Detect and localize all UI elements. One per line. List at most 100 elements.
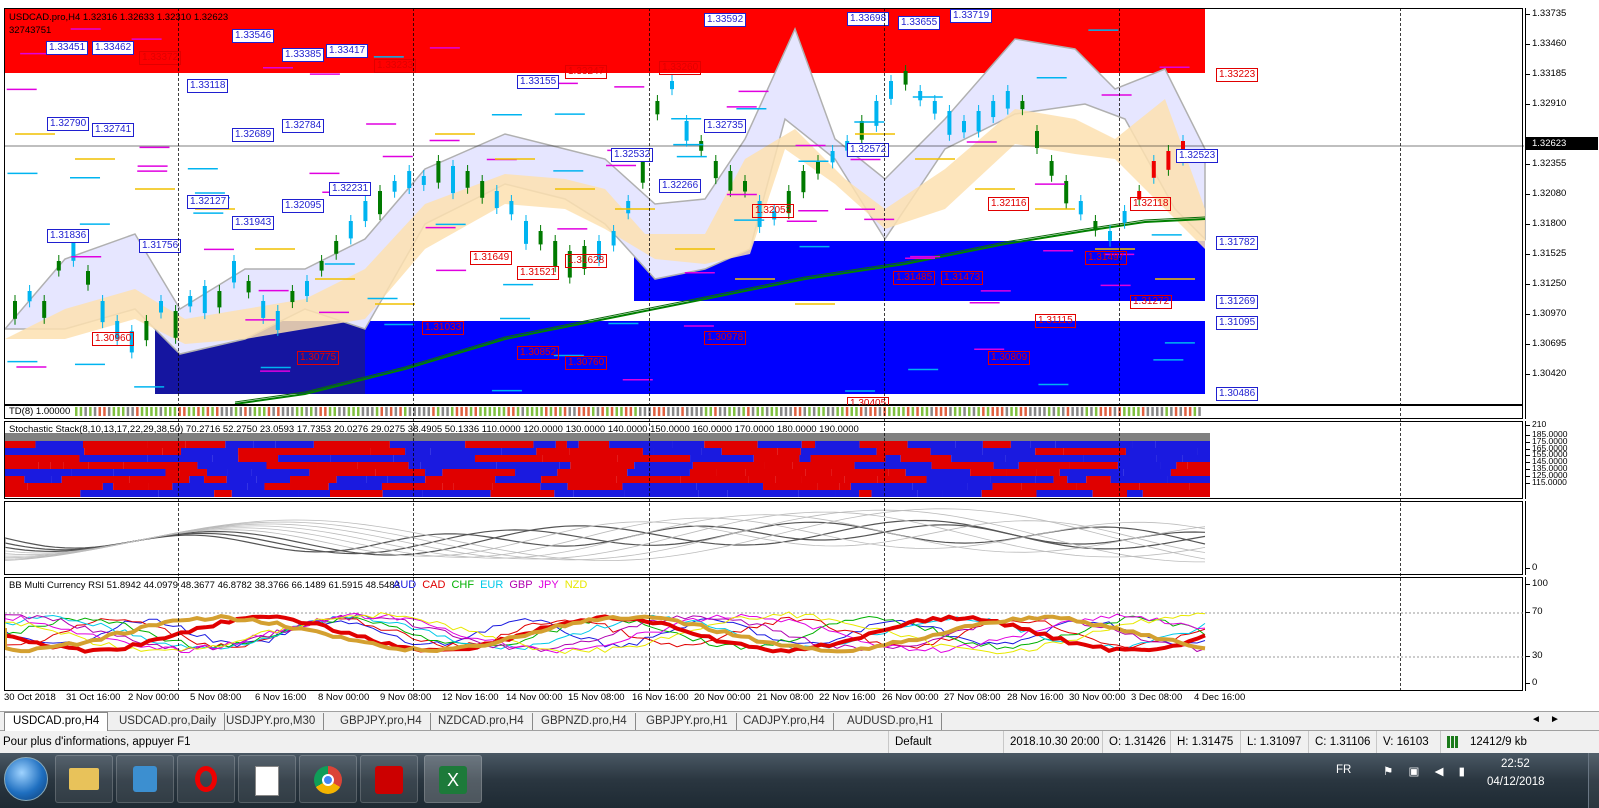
file-explorer-icon[interactable] [55, 755, 113, 803]
time-label: 6 Nov 16:00 [255, 692, 307, 703]
media-player-icon[interactable] [116, 755, 174, 803]
price-level-label: 1.33698 [847, 12, 890, 26]
price-level-label: 1.33417 [326, 44, 369, 58]
tab-gbpjpy-pro-h4[interactable]: GBPJPY.pro,H4 [332, 713, 431, 730]
time-label: 28 Nov 16:00 [1007, 692, 1064, 703]
level-labels: 1.33451 1.33462 1.33546 1.33385 1.33417 1.335… [4, 8, 1523, 405]
price-level-label: 1.30960 [92, 332, 135, 346]
price-level-label: 1.33462 [92, 41, 135, 55]
show-desktop-button[interactable] [1588, 753, 1599, 808]
stochastic-pane[interactable]: Stochastic Stack(8,10,13,17,22,29,38,50)… [4, 421, 1523, 499]
price-level-label: 1.31497 [1085, 251, 1128, 265]
price-level-label: 1.33546 [232, 29, 275, 43]
price-level-label: 1.30852 [517, 346, 560, 360]
status-profile[interactable]: Default [888, 731, 931, 753]
price-tick: 1.31250 [1525, 278, 1567, 289]
windows-taskbar: X FR ⚑ ▣ ◀ ▮ 22:52 04/12/2018 [0, 753, 1599, 808]
price-level-label: 1.32127 [187, 195, 230, 209]
price-level-label: 1.31473 [941, 271, 984, 285]
rsi-pane[interactable]: BB Multi Currency RSI 51.8942 44.0979 48… [4, 577, 1524, 691]
price-tick: 1.32080 [1525, 188, 1567, 199]
tab-cadjpy-pro-h4[interactable]: CADJPY.pro,H4 [735, 713, 834, 730]
tab-scroll-left-icon[interactable]: ◄ [1531, 714, 1541, 725]
tab-gbpjpy-pro-h1[interactable]: GBPJPY.pro,H1 [638, 713, 737, 730]
opera-icon[interactable] [177, 755, 235, 803]
price-tick: 1.30695 [1525, 338, 1567, 349]
tab-nzdcad-pro-h4[interactable]: NZDCAD.pro,H4 [430, 713, 533, 730]
time-label: 31 Oct 16:00 [66, 692, 121, 703]
price-level-label: 1.31521 [517, 266, 560, 280]
price-tick: 1.32355 [1525, 158, 1567, 169]
chart-tabs: USDCAD.pro,H4 USDCAD.pro,Daily USDJPY.pro,… [0, 711, 1599, 732]
price-tick: 1.33460 [1525, 38, 1567, 49]
day-separator [1119, 8, 1120, 691]
current-price-marker: 1.32623 [1526, 137, 1598, 150]
price-level-label: 1.32532 [611, 148, 654, 162]
price-level-label: 1.30486 [1216, 387, 1259, 401]
price-tick: 1.33185 [1525, 68, 1567, 79]
time-label: 5 Nov 08:00 [190, 692, 242, 703]
price-level-label: 1.32053 [752, 204, 795, 218]
chart-window[interactable]: USDCAD.pro,H4 1.32316 1.32633 1.32310 1.… [0, 0, 1599, 725]
price-tick: 1.32910 [1525, 98, 1567, 109]
chrome-icon[interactable] [299, 755, 357, 803]
price-tick: 1.31800 [1525, 218, 1567, 229]
tab-usdjpy-pro-m30[interactable]: USDJPY.pro,M30 [218, 713, 325, 730]
price-level-label: 1.33233 [374, 59, 417, 73]
clock-date[interactable]: 04/12/2018 [1487, 776, 1545, 788]
time-label: 3 Dec 08:00 [1131, 692, 1183, 703]
status-high: H: 1.31475 [1170, 731, 1233, 753]
oscillator-pane[interactable] [4, 501, 1523, 575]
tab-usdcad-pro-h4[interactable]: USDCAD.pro,H4 [4, 712, 109, 732]
td-pane[interactable]: TD(8) 1.00000 [4, 405, 1523, 419]
excel-icon[interactable]: X [424, 755, 482, 803]
rsi-legend-chf: CHF [451, 579, 475, 591]
tab-scroll-right-icon[interactable]: ► [1550, 714, 1560, 725]
time-label: 9 Nov 08:00 [380, 692, 432, 703]
day-separator [884, 8, 885, 691]
day-separator [178, 8, 179, 691]
status-volume: V: 16103 [1376, 731, 1429, 753]
osc-tick: 0 [1525, 562, 1538, 573]
oscillator-canvas [5, 508, 1206, 563]
price-tick: 1.31525 [1525, 248, 1567, 259]
price-level-label: 1.31628 [565, 254, 608, 268]
tab-audusd-pro-h1[interactable]: AUDUSD.pro,H1 [839, 713, 943, 730]
price-level-label: 1.31272 [1130, 295, 1173, 309]
price-level-label: 1.31033 [422, 321, 465, 335]
rsi-legend-jpy: JPY [538, 579, 559, 591]
time-label: 30 Oct 2018 [4, 692, 56, 703]
day-separator [1400, 8, 1401, 691]
price-level-label: 1.33223 [1216, 68, 1259, 82]
time-label: 4 Dec 16:00 [1194, 692, 1246, 703]
price-level-label: 1.32266 [659, 179, 702, 193]
price-level-label: 1.31943 [232, 216, 275, 230]
status-help: Pour plus d'informations, appuyer F1 [3, 736, 191, 748]
tab-gbpnzd-pro-h4[interactable]: GBPNZD.pro,H4 [533, 713, 636, 730]
td-axis [1525, 405, 1599, 419]
start-orb-icon[interactable] [4, 757, 48, 801]
time-label: 27 Nov 08:00 [944, 692, 1001, 703]
time-label: 2 Nov 00:00 [128, 692, 180, 703]
rsi-legend-gbp: GBP [509, 579, 533, 591]
tab-usdcad-pro-daily[interactable]: USDCAD.pro,Daily [111, 713, 226, 730]
notepad-icon[interactable] [238, 755, 296, 803]
price-level-label: 1.32116 [988, 197, 1030, 211]
status-traffic: 12412/9 kb [1470, 736, 1527, 748]
acrobat-icon[interactable] [360, 755, 418, 803]
rsi-tick: 0 [1525, 677, 1538, 688]
price-level-label: 1.33247 [565, 65, 608, 79]
clock-time[interactable]: 22:52 [1501, 758, 1530, 770]
rsi-axis: 100 70 30 0 [1525, 577, 1599, 691]
price-level-label: 1.32784 [282, 119, 325, 133]
price-level-label: 1.31836 [47, 229, 90, 243]
price-level-label: 1.32118 [1130, 197, 1172, 211]
price-axis[interactable]: 1.33735 1.33460 1.33185 1.32910 1.32355 1.320… [1525, 8, 1599, 405]
time-label: 8 Nov 00:00 [318, 692, 370, 703]
time-label: 15 Nov 08:00 [568, 692, 625, 703]
price-level-label: 1.30405 [847, 397, 890, 405]
price-level-label: 1.31115 [1035, 314, 1076, 328]
language-indicator[interactable]: FR [1336, 764, 1351, 776]
tray-icons[interactable]: ⚑ ▣ ◀ ▮ [1383, 764, 1471, 778]
connection-icon [1440, 731, 1461, 753]
